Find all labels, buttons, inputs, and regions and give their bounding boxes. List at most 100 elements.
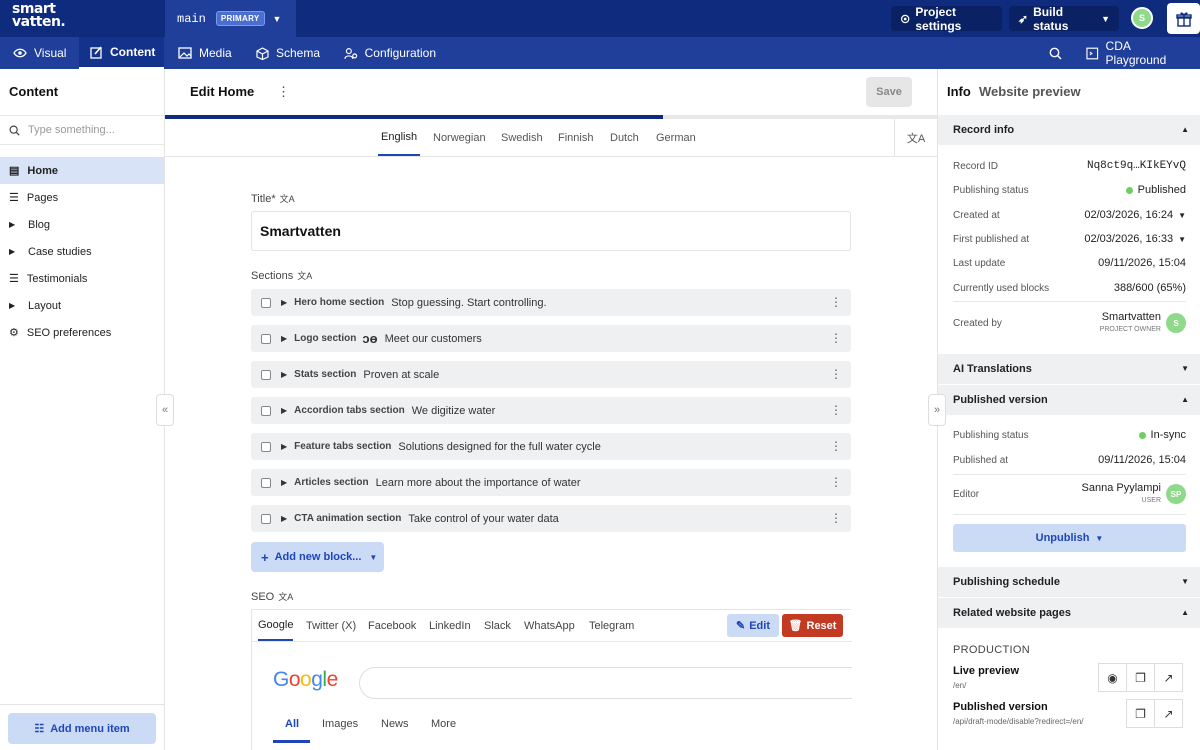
tab-dutch[interactable]: Dutch [610, 119, 639, 156]
tab-telegram[interactable]: Telegram [589, 610, 634, 641]
build-status-button[interactable]: ➶ Build status ▼ [1009, 5, 1119, 33]
block-row[interactable]: ▶ Articles section Learn more about the … [251, 469, 851, 496]
more-vertical-icon[interactable]: ⋮ [830, 367, 842, 381]
collapse-info-panel-button[interactable]: » [928, 394, 946, 426]
copy-icon[interactable]: ❐ [1126, 663, 1155, 692]
seo-reset-button[interactable]: 🗑 Reset [782, 614, 843, 637]
block-row[interactable]: ▶ Logo section ɔɵ Meet our customers ⋮ [251, 325, 851, 352]
caret-right-icon[interactable]: ▶ [281, 370, 287, 379]
related-pages-header[interactable]: Related website pages ▲ [938, 598, 1200, 628]
external-link-icon[interactable]: ↗ [1154, 699, 1183, 728]
block-row[interactable]: ▶ Stats section Proven at scale ⋮ [251, 361, 851, 388]
cda-playground-button[interactable]: CDA Playground [1086, 37, 1191, 69]
eye-icon[interactable]: ◉ [1098, 663, 1127, 692]
nav-media[interactable]: Media [178, 37, 233, 69]
nav-configuration[interactable]: Configuration [344, 37, 436, 69]
caret-right-icon[interactable]: ▶ [281, 478, 287, 487]
sidebar-item-home[interactable]: ▤ Home [0, 157, 164, 184]
block-checkbox[interactable] [261, 297, 271, 308]
sidebar-title: Content [9, 84, 59, 99]
record-id-value[interactable]: Nq8ct9q…KIkEYvQ [1087, 160, 1186, 172]
publishing-schedule-header[interactable]: Publishing schedule ▼ [938, 567, 1200, 597]
tab-whatsapp[interactable]: WhatsApp [524, 610, 575, 641]
add-new-block-button[interactable]: + Add new block... ▼ [251, 542, 384, 572]
block-checkbox[interactable] [261, 333, 271, 344]
external-link-icon[interactable]: ↗ [1154, 663, 1183, 692]
sidebar-item-pages[interactable]: ☰ Pages [0, 184, 164, 211]
collapse-sidebar-button[interactable]: « [156, 394, 174, 426]
tab-swedish[interactable]: Swedish [501, 119, 543, 156]
block-row[interactable]: ▶ Accordion tabs section We digitize wat… [251, 397, 851, 424]
tab-google[interactable]: Google [258, 610, 294, 641]
editor-row: Editor Sanna Pyylampi USER SP [953, 481, 1186, 507]
tab-english[interactable]: English [378, 119, 421, 156]
caret-right-icon[interactable]: ▶ [281, 406, 287, 415]
more-vertical-icon[interactable]: ⋮ [830, 475, 842, 489]
block-checkbox[interactable] [261, 441, 271, 452]
project-settings-button[interactable]: Project settings [891, 5, 1002, 33]
more-vertical-icon[interactable]: ⋮ [830, 403, 842, 417]
caret-right-icon[interactable]: ▶ [281, 298, 287, 307]
published-version-header[interactable]: Published version ▲ [938, 385, 1200, 415]
sidebar-item-testimonials[interactable]: ☰ Testimonials [0, 265, 164, 292]
caret-down-icon[interactable]: ▼ [1178, 211, 1186, 220]
tab-norwegian[interactable]: Norwegian [433, 119, 486, 156]
smartvatten-logo[interactable]: smart vatten. [12, 2, 66, 29]
add-menu-item-button[interactable]: ☷ Add menu item [8, 713, 156, 744]
content-sidebar: Content Type something... ▤ Home ☰ Pages… [0, 69, 165, 750]
tab-website-preview[interactable]: Website preview [979, 84, 1081, 99]
caret-down-icon[interactable]: ▼ [1178, 235, 1186, 244]
unpublish-button[interactable]: Unpublish ▼ [953, 524, 1186, 552]
block-checkbox[interactable] [261, 477, 271, 488]
caret-right-icon[interactable]: ▶ [281, 442, 287, 451]
tab-info[interactable]: Info [947, 84, 971, 99]
caret-right-icon[interactable]: ▶ [281, 514, 287, 523]
google-tab-all: All [285, 718, 300, 730]
nav-schema[interactable]: Schema [256, 37, 321, 69]
more-vertical-icon[interactable]: ⋮ [277, 84, 290, 100]
block-checkbox[interactable] [261, 369, 271, 380]
block-row[interactable]: ▶ Hero home section Stop guessing. Start… [251, 289, 851, 316]
tab-german[interactable]: German [656, 119, 696, 156]
tab-facebook[interactable]: Facebook [368, 610, 416, 641]
nav-visual[interactable]: Visual [13, 37, 73, 69]
copy-icon[interactable]: ❐ [1126, 699, 1155, 728]
sidebar-item-layout[interactable]: ▶ Layout [0, 292, 164, 319]
translate-icon[interactable]: 文A [894, 119, 937, 156]
rocket-icon: ➶ [1018, 11, 1029, 26]
ai-translations-header[interactable]: AI Translations ▼ [938, 354, 1200, 384]
branch-selector[interactable]: main PRIMARY ▼ [165, 0, 296, 37]
caret-up-icon: ▲ [1181, 608, 1189, 617]
sidebar-item-seo-preferences[interactable]: ⚙ SEO preferences [0, 319, 164, 346]
logo-thumbnail-icon: ɔɵ [362, 331, 378, 346]
gift-icon[interactable] [1167, 3, 1200, 34]
user-avatar[interactable]: S [1131, 7, 1153, 29]
tab-twitter[interactable]: Twitter (X) [306, 610, 356, 641]
seo-edit-button[interactable]: ✎ Edit [727, 614, 779, 637]
more-vertical-icon[interactable]: ⋮ [830, 295, 842, 309]
google-tab-more: More [431, 718, 457, 730]
tab-finnish[interactable]: Finnish [558, 119, 593, 156]
block-row[interactable]: ▶ CTA animation section Take control of … [251, 505, 851, 532]
more-vertical-icon[interactable]: ⋮ [830, 511, 842, 525]
sidebar-item-case-studies[interactable]: ▶ Case studies [0, 238, 164, 265]
tab-linkedin[interactable]: LinkedIn [429, 610, 471, 641]
production-label: PRODUCTION [953, 644, 1030, 656]
more-vertical-icon[interactable]: ⋮ [830, 331, 842, 345]
more-vertical-icon[interactable]: ⋮ [830, 439, 842, 453]
block-checkbox[interactable] [261, 513, 271, 524]
save-button[interactable]: Save [866, 77, 912, 107]
caret-right-icon[interactable]: ▶ [281, 334, 287, 343]
seo-tabs: Google Twitter (X) Facebook LinkedIn Sla… [252, 610, 852, 642]
tab-slack[interactable]: Slack [484, 610, 511, 641]
sidebar-search[interactable]: Type something... [0, 115, 164, 145]
record-info-header[interactable]: Record info ▲ [938, 115, 1200, 145]
search-icon[interactable] [1049, 37, 1063, 69]
sidebar-item-blog[interactable]: ▶ Blog [0, 211, 164, 238]
nav-content[interactable]: Content [79, 37, 164, 69]
block-row[interactable]: ▶ Feature tabs section Solutions designe… [251, 433, 851, 460]
editor-header: Edit Home ⋮ Save [165, 69, 937, 115]
add-list-icon: ☷ [34, 723, 45, 735]
title-field[interactable]: Smartvatten [251, 211, 851, 251]
block-checkbox[interactable] [261, 405, 271, 416]
